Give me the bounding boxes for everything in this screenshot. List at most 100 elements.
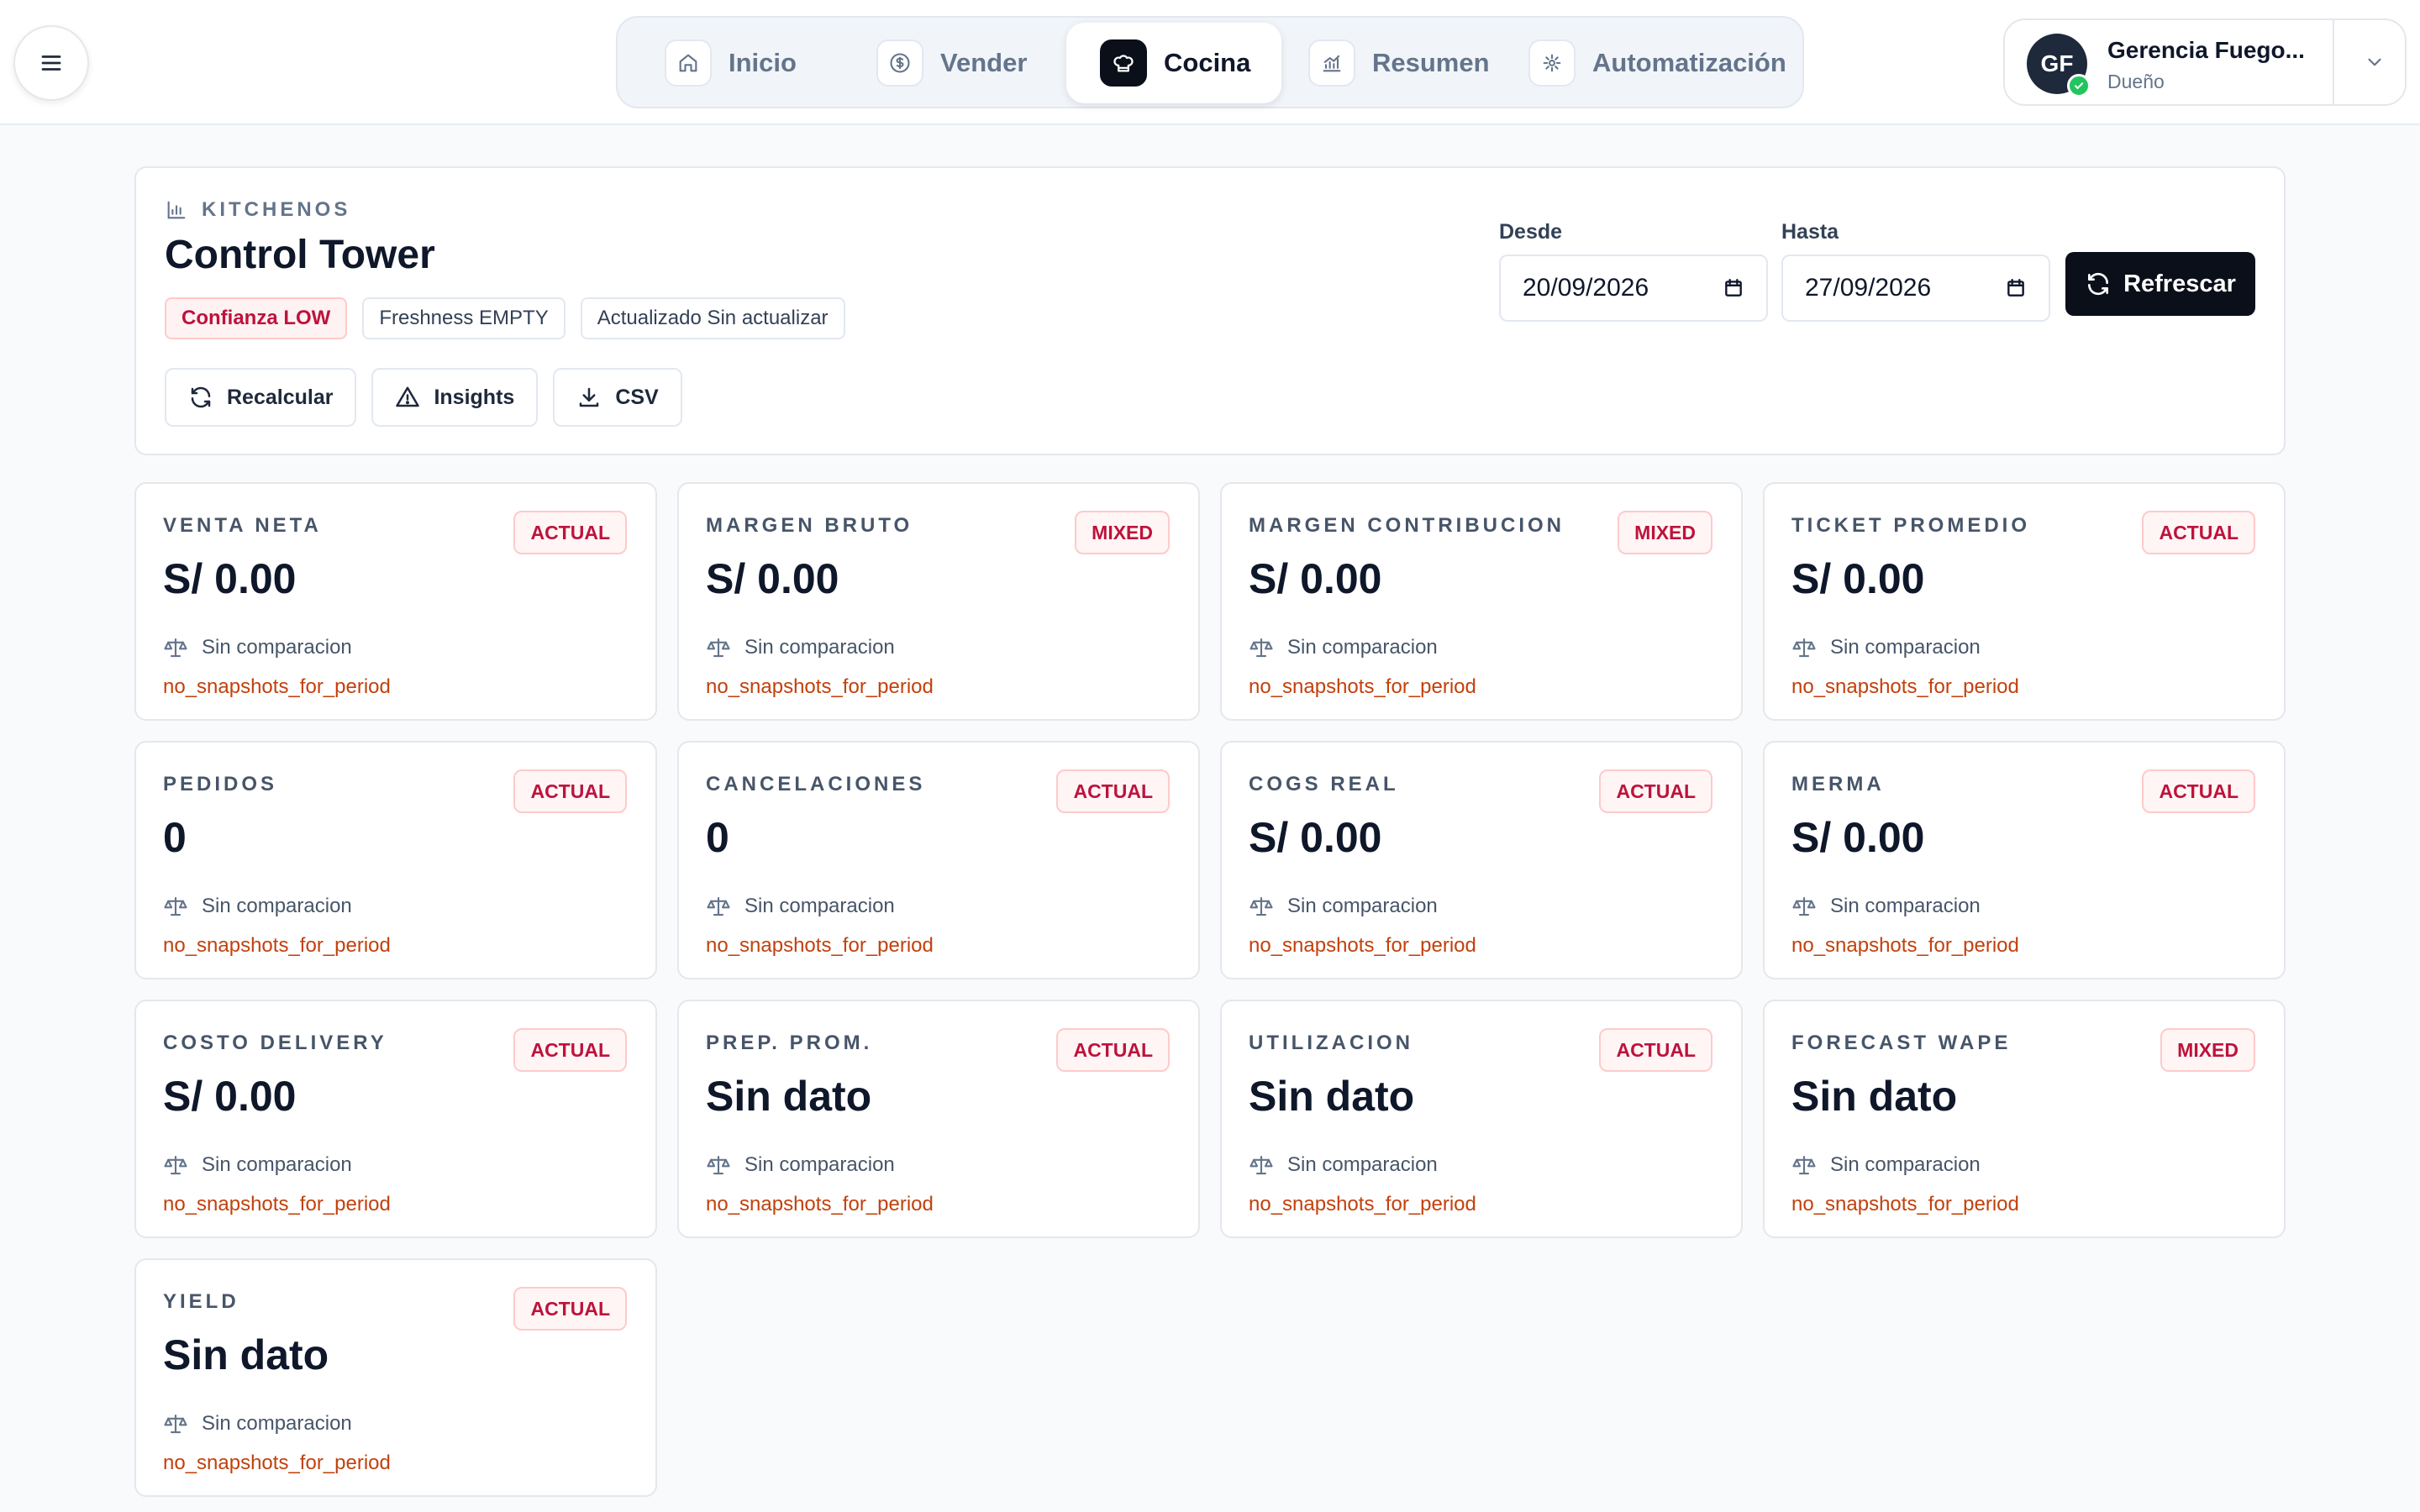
kpi-note: no_snapshots_for_period <box>163 934 391 957</box>
refresh-button[interactable]: Refrescar <box>2065 252 2255 316</box>
kpi-card-utilizacion: UTILIZACION ACTUAL Sin dato Sin comparac… <box>1220 1000 1743 1238</box>
date-to-label: Hasta <box>1781 220 1839 244</box>
kpi-note: no_snapshots_for_period <box>706 934 934 957</box>
kpi-card-venta-neta: VENTA NETA ACTUAL S/ 0.00 Sin comparacio… <box>134 482 657 721</box>
kpi-source-badge: ACTUAL <box>2142 769 2255 813</box>
user-profile-menu[interactable]: GF Gerencia Fuego... Dueño <box>2003 18 2407 106</box>
date-from-group: Desde 20/09/2026 <box>1499 220 1768 322</box>
kpi-card-cogs-real: COGS REAL ACTUAL S/ 0.00 Sin comparacion… <box>1220 741 1743 979</box>
kpi-card-cancelaciones: CANCELACIONES ACTUAL 0 Sin comparacion n… <box>677 741 1200 979</box>
kpi-source-badge: ACTUAL <box>1599 769 1712 813</box>
kpi-source-badge: MIXED <box>1618 511 1712 554</box>
nav-tab-label: Vender <box>940 48 1028 77</box>
kpi-label: CANCELACIONES <box>706 773 926 795</box>
kpi-comparison-text: Sin comparacion <box>744 1153 895 1176</box>
chevron-down-icon <box>2368 58 2381 66</box>
kpi-value: 0 <box>163 814 187 861</box>
hamburger-menu-button[interactable] <box>13 25 89 101</box>
avatar: GF <box>2027 34 2091 97</box>
kpi-comparison: Sin comparacion <box>163 635 352 660</box>
kpi-card-prep-prom: PREP. PROM. ACTUAL Sin dato Sin comparac… <box>677 1000 1200 1238</box>
kpi-comparison-text: Sin comparacion <box>1830 636 1981 659</box>
kpi-value: S/ 0.00 <box>1791 814 1925 861</box>
kpi-label: FORECAST WAPE <box>1791 1032 2012 1054</box>
kpi-label: COGS REAL <box>1249 773 1399 795</box>
date-from-input[interactable]: 20/09/2026 <box>1499 255 1768 322</box>
kpi-comparison-text: Sin comparacion <box>202 1412 352 1435</box>
chart-icon <box>167 201 186 219</box>
scale-icon <box>164 1155 187 1175</box>
kpi-value: S/ 0.00 <box>1249 555 1382 602</box>
profile-name: Gerencia Fuego... <box>2107 37 2305 63</box>
recalculate-button[interactable]: Recalcular <box>165 368 357 427</box>
nav-tab-resumen[interactable]: Resumen <box>1308 23 1490 103</box>
kpi-card-margen-bruto: MARGEN BRUTO MIXED S/ 0.00 Sin comparaci… <box>677 482 1200 721</box>
kpi-label: MERMA <box>1791 773 1885 795</box>
kpi-comparison-text: Sin comparacion <box>202 1153 352 1176</box>
confidence-badge: Confianza LOW <box>165 297 348 339</box>
check-icon <box>2067 74 2091 97</box>
nav-tab-automatizacion[interactable]: Automatización <box>1528 23 1786 103</box>
date-to-input[interactable]: 27/09/2026 <box>1781 255 2050 322</box>
kpi-note: no_snapshots_for_period <box>163 1452 391 1474</box>
kpi-value: S/ 0.00 <box>163 555 297 602</box>
refresh-label: Refrescar <box>2123 270 2236 297</box>
kpi-note: no_snapshots_for_period <box>1791 934 2019 957</box>
kpi-comparison: Sin comparacion <box>706 894 895 919</box>
divider <box>2333 20 2334 104</box>
csv-export-button[interactable]: CSV <box>553 368 682 427</box>
nav-tab-label: Inicio <box>729 48 797 77</box>
kpi-comparison-text: Sin comparacion <box>1830 1153 1981 1176</box>
kpi-source-badge: ACTUAL <box>1056 769 1170 813</box>
nav-tab-vender[interactable]: Vender <box>876 23 1027 103</box>
kpi-note: no_snapshots_for_period <box>1249 675 1476 698</box>
kpi-comparison: Sin comparacion <box>1249 894 1438 919</box>
nav-tab-cocina[interactable]: Cocina <box>1066 23 1281 103</box>
kpi-source-badge: ACTUAL <box>513 769 627 813</box>
kpi-comparison: Sin comparacion <box>1249 1152 1438 1178</box>
calendar-icon <box>1725 279 1742 297</box>
home-icon <box>665 39 712 87</box>
kpi-comparison: Sin comparacion <box>163 1152 352 1178</box>
dollar-icon <box>876 39 923 87</box>
profile-dropdown-toggle[interactable] <box>2343 20 2407 104</box>
insights-button[interactable]: Insights <box>371 368 539 427</box>
kpi-comparison: Sin comparacion <box>1249 635 1438 660</box>
kpi-comparison: Sin comparacion <box>706 635 895 660</box>
kpi-card-merma: MERMA ACTUAL S/ 0.00 Sin comparacion no_… <box>1763 741 2286 979</box>
kpi-comparison-text: Sin comparacion <box>202 895 352 917</box>
kpi-label: YIELD <box>163 1290 239 1313</box>
main-nav: Inicio Vender Cocina Resumen Automatizac… <box>616 16 1804 108</box>
kpi-comparison: Sin comparacion <box>706 1152 895 1178</box>
page-title: Control Tower <box>165 233 435 277</box>
kpi-source-badge: MIXED <box>1075 511 1170 554</box>
updated-badge: Actualizado Sin actualizar <box>580 297 845 339</box>
kpi-label: MARGEN BRUTO <box>706 514 913 537</box>
refresh-icon <box>191 386 211 408</box>
kpi-value: S/ 0.00 <box>1791 555 1925 602</box>
kpi-value: S/ 0.00 <box>163 1073 297 1120</box>
kpi-label: PREP. PROM. <box>706 1032 873 1054</box>
kpi-note: no_snapshots_for_period <box>163 675 391 698</box>
kpi-label: VENTA NETA <box>163 514 322 537</box>
kpi-source-badge: ACTUAL <box>513 1287 627 1331</box>
nav-tab-inicio[interactable]: Inicio <box>665 23 797 103</box>
kpi-card-margen-contribucion: MARGEN CONTRIBUCION MIXED S/ 0.00 Sin co… <box>1220 482 1743 721</box>
top-bar: Inicio Vender Cocina Resumen Automatizac… <box>0 0 2420 125</box>
header-actions: Recalcular Insights CSV <box>165 368 682 427</box>
calendar-icon <box>2007 279 2024 297</box>
kpi-card-pedidos: PEDIDOS ACTUAL 0 Sin comparacion no_snap… <box>134 741 657 979</box>
kpi-comparison-text: Sin comparacion <box>1830 895 1981 917</box>
kpi-comparison-text: Sin comparacion <box>744 636 895 659</box>
scale-icon <box>1249 1155 1273 1175</box>
kpi-source-badge: MIXED <box>2160 1028 2255 1072</box>
nav-tab-label: Automatización <box>1592 48 1786 77</box>
warning-icon <box>396 386 420 407</box>
kpi-note: no_snapshots_for_period <box>163 1193 391 1215</box>
kpi-value: 0 <box>706 814 729 861</box>
kpi-card-costo-delivery: COSTO DELIVERY ACTUAL S/ 0.00 Sin compar… <box>134 1000 657 1238</box>
kpi-value: Sin dato <box>1791 1073 1958 1120</box>
kpi-value: Sin dato <box>163 1331 329 1378</box>
kpi-source-badge: ACTUAL <box>513 1028 627 1072</box>
scale-icon <box>1792 638 1816 658</box>
